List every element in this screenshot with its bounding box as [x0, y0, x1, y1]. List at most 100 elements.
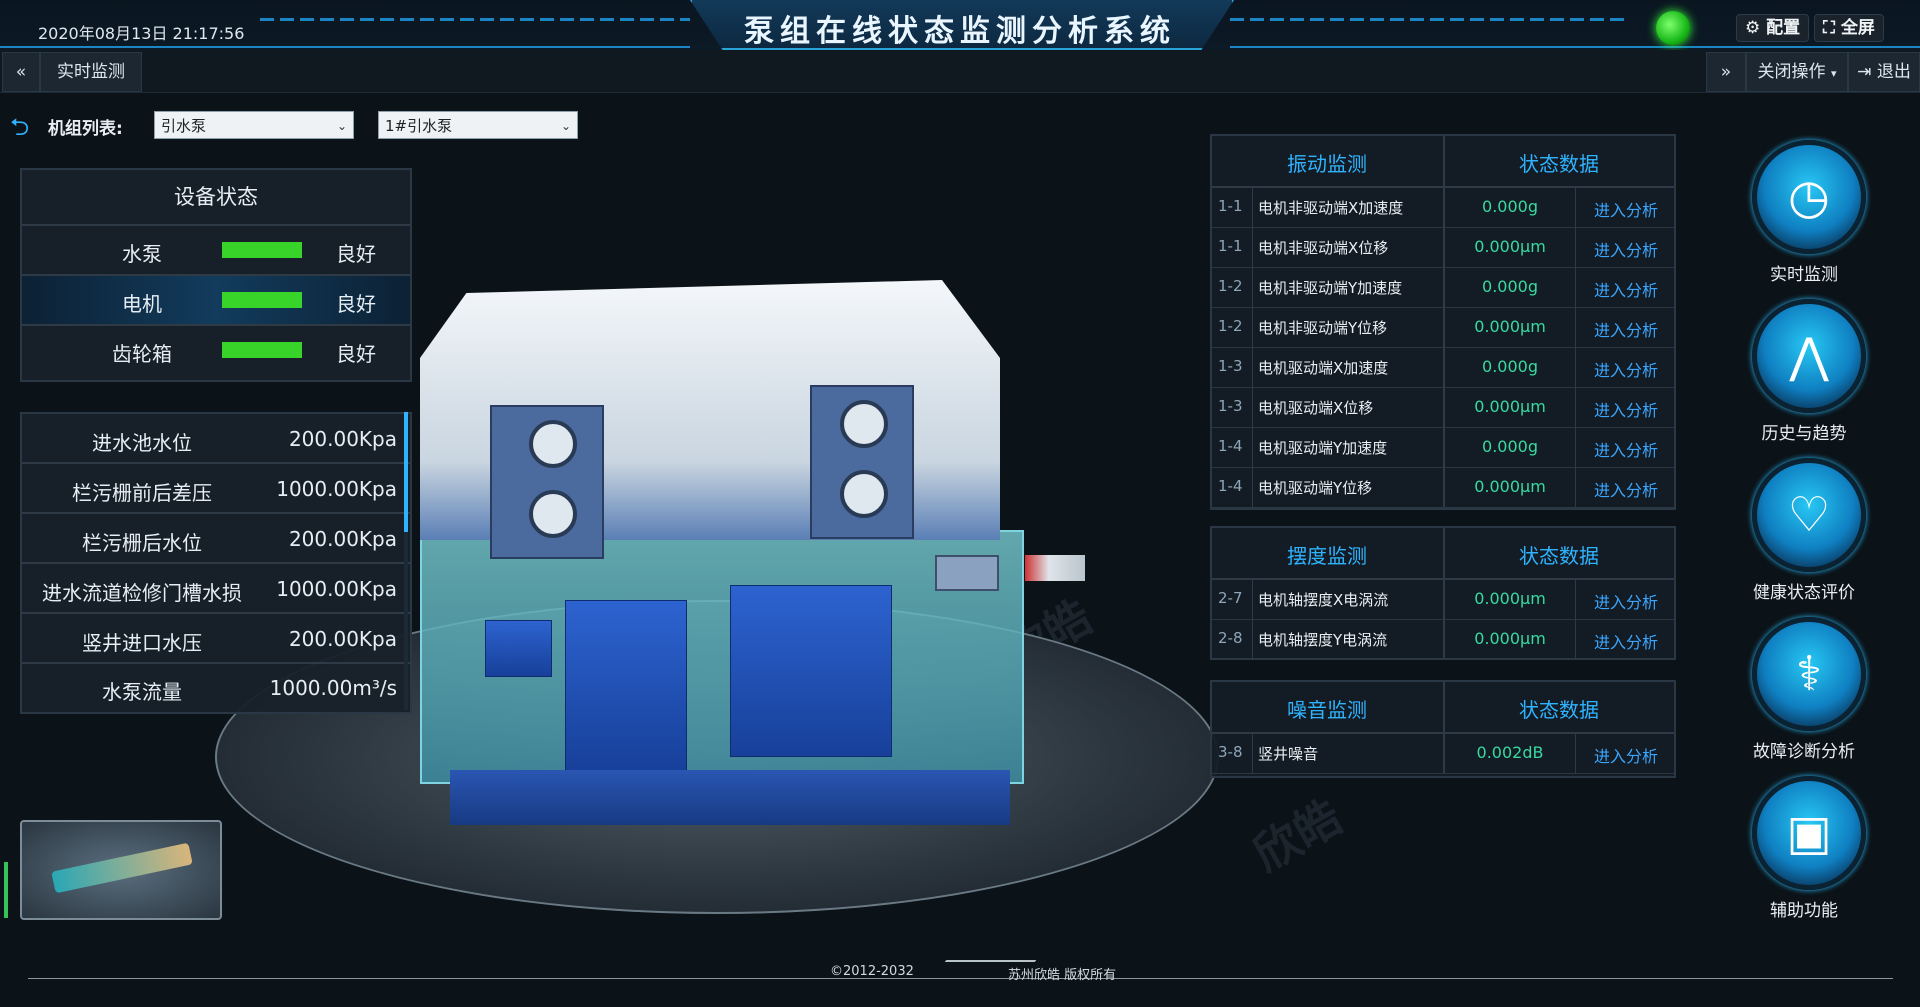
nav-button-circle[interactable]: ♡ [1752, 458, 1866, 572]
toolbox-icon: ▣ [1786, 805, 1832, 861]
param-row: 进水池水位 200.00Kpa [22, 414, 410, 464]
heart-hand-icon: ♡ [1787, 487, 1831, 543]
chevron-down-icon: ⌄ [336, 119, 347, 133]
unit-select[interactable]: 1#引水泵 ⌄ [378, 111, 578, 139]
param-value: 200.00Kpa [288, 527, 397, 551]
overview-thumbnail[interactable] [20, 820, 222, 920]
param-value: 1000.00Kpa [276, 477, 397, 501]
config-button[interactable]: ⚙ 配置 [1736, 14, 1810, 42]
table-row: 1-1 电机非驱动端X位移 0.000μm 进入分析 [1212, 227, 1674, 268]
exit-button[interactable]: ⇥ 退出 [1848, 52, 1920, 92]
swing-table-header: 摆度监测 状态数据 [1212, 528, 1674, 580]
noise-head-1: 噪音监测 [1287, 698, 1367, 722]
config-label: 配置 [1766, 18, 1801, 38]
status-text: 良好 [336, 242, 376, 266]
row-name: 电机驱动端Y加速度 [1258, 439, 1388, 457]
param-row: 进水流道检修门槽水损 1000.00Kpa [22, 564, 410, 614]
analyze-link[interactable]: 进入分析 [1594, 317, 1658, 341]
row-id: 1-4 [1218, 437, 1243, 455]
table-row: 1-4 电机驱动端Y位移 0.000μm 进入分析 [1212, 467, 1674, 508]
thumbnail-scroll-indicator[interactable] [4, 862, 8, 918]
flange-disc [840, 400, 888, 448]
nav-button-circle[interactable]: ◷ [1752, 140, 1866, 254]
analyze-link[interactable]: 进入分析 [1594, 197, 1658, 221]
noise-table: 噪音监测 状态数据 3-8 竖井噪音 0.002dB 进入分析 [1210, 680, 1676, 778]
row-value: 0.002dB [1476, 743, 1544, 762]
analyze-link[interactable]: 进入分析 [1594, 629, 1658, 653]
parameters-scrollbar[interactable] [404, 412, 408, 710]
analyze-link[interactable]: 进入分析 [1594, 237, 1658, 261]
column-divider [1252, 227, 1253, 267]
status-row: 水泵 良好 [22, 226, 410, 276]
row-name: 电机非驱动端X位移 [1258, 239, 1389, 257]
stethoscope-icon: ⚕ [1796, 646, 1822, 702]
row-name: 电机非驱动端Y位移 [1258, 319, 1388, 337]
clock-history-icon: ◷ [1788, 169, 1830, 225]
row-name: 电机驱动端Y位移 [1258, 479, 1373, 497]
param-label: 栏污栅后水位 [82, 531, 202, 555]
analyze-link[interactable]: 进入分析 [1594, 277, 1658, 301]
nav-item[interactable]: ▣ 辅助功能 [1734, 776, 1874, 926]
shaft-mount [935, 555, 999, 591]
row-value: 0.000μm [1474, 317, 1546, 336]
table-row: 1-4 电机驱动端Y加速度 0.000g 进入分析 [1212, 427, 1674, 468]
noise-head-2: 状态数据 [1519, 698, 1599, 722]
row-id: 1-1 [1218, 197, 1243, 215]
nav-button-circle[interactable]: ⋀ [1752, 299, 1866, 413]
row-value: 0.000μm [1474, 397, 1546, 416]
back-arrow-icon[interactable]: ⮌ [10, 110, 29, 151]
column-divider [1252, 619, 1253, 659]
watermark: 欣皓 [1244, 789, 1351, 882]
table-row: 1-3 电机驱动端X位移 0.000μm 进入分析 [1212, 387, 1674, 428]
expand-right-button[interactable]: » [1706, 52, 1746, 92]
footer-copyright: ©2012-2032 [830, 964, 914, 979]
thumbnail-pipe-model [51, 842, 193, 894]
nav-label: 故障诊断分析 [1753, 742, 1855, 762]
analyze-link[interactable]: 进入分析 [1594, 357, 1658, 381]
status-name: 电机 [122, 292, 162, 316]
row-id: 1-3 [1218, 357, 1243, 375]
param-row: 栏污栅前后差压 1000.00Kpa [22, 464, 410, 514]
nav-item[interactable]: ♡ 健康状态评价 [1734, 458, 1874, 608]
analyze-link[interactable]: 进入分析 [1594, 437, 1658, 461]
column-divider [1252, 733, 1253, 773]
column-divider [1575, 427, 1576, 467]
status-bar-good [222, 242, 302, 258]
analyze-link[interactable]: 进入分析 [1594, 589, 1658, 613]
vibration-table: 振动监测 状态数据 1-1 电机非驱动端X加速度 0.000g 进入分析 1-1 电机非驱… [1210, 134, 1676, 510]
close-operation-dropdown[interactable]: 关闭操作 ▾ [1746, 52, 1848, 92]
fullscreen-button[interactable]: ⛶ 全屏 [1814, 14, 1884, 42]
collapse-left-button[interactable]: « [2, 52, 40, 92]
gear-icon: ⚙ [1745, 18, 1761, 38]
row-value: 0.000g [1482, 197, 1538, 216]
caret-down-icon: ▾ [1830, 67, 1837, 80]
header-underline-right [1230, 46, 1920, 48]
tab-realtime[interactable]: 实时监测 [40, 52, 142, 92]
shaft-end [1025, 555, 1085, 581]
nav-label: 历史与趋势 [1761, 424, 1847, 444]
nav-button-circle[interactable]: ▣ [1752, 776, 1866, 890]
vibration-head-2: 状态数据 [1519, 152, 1599, 176]
column-divider [1252, 307, 1253, 347]
unit-type-select[interactable]: 引水泵 ⌄ [154, 111, 354, 139]
param-value: 1000.00m³/s [269, 676, 397, 700]
nav-button-circle[interactable]: ⚕ [1752, 617, 1866, 731]
scrollbar-thumb[interactable] [404, 412, 408, 532]
row-id: 1-1 [1218, 237, 1243, 255]
analyze-link[interactable]: 进入分析 [1594, 743, 1658, 767]
nav-item[interactable]: ⚕ 故障诊断分析 [1734, 617, 1874, 767]
analyze-link[interactable]: 进入分析 [1594, 477, 1658, 501]
nav-item[interactable]: ◷ 实时监测 [1734, 140, 1874, 290]
header-deco-left [260, 18, 690, 21]
column-divider [1252, 347, 1253, 387]
datetime-display: 2020年08月13日 21:17:56 [38, 24, 245, 43]
column-divider [1252, 467, 1253, 507]
analyze-link[interactable]: 进入分析 [1594, 397, 1658, 421]
param-row: 栏污栅后水位 200.00Kpa [22, 514, 410, 564]
exit-label: 退出 [1876, 62, 1911, 82]
nav-item[interactable]: ⋀ 历史与趋势 [1734, 299, 1874, 449]
fullscreen-icon: ⛶ [1823, 18, 1835, 38]
flange-disc [529, 420, 577, 468]
unit-value: 1#引水泵 [385, 117, 453, 135]
row-value: 0.000g [1482, 277, 1538, 296]
